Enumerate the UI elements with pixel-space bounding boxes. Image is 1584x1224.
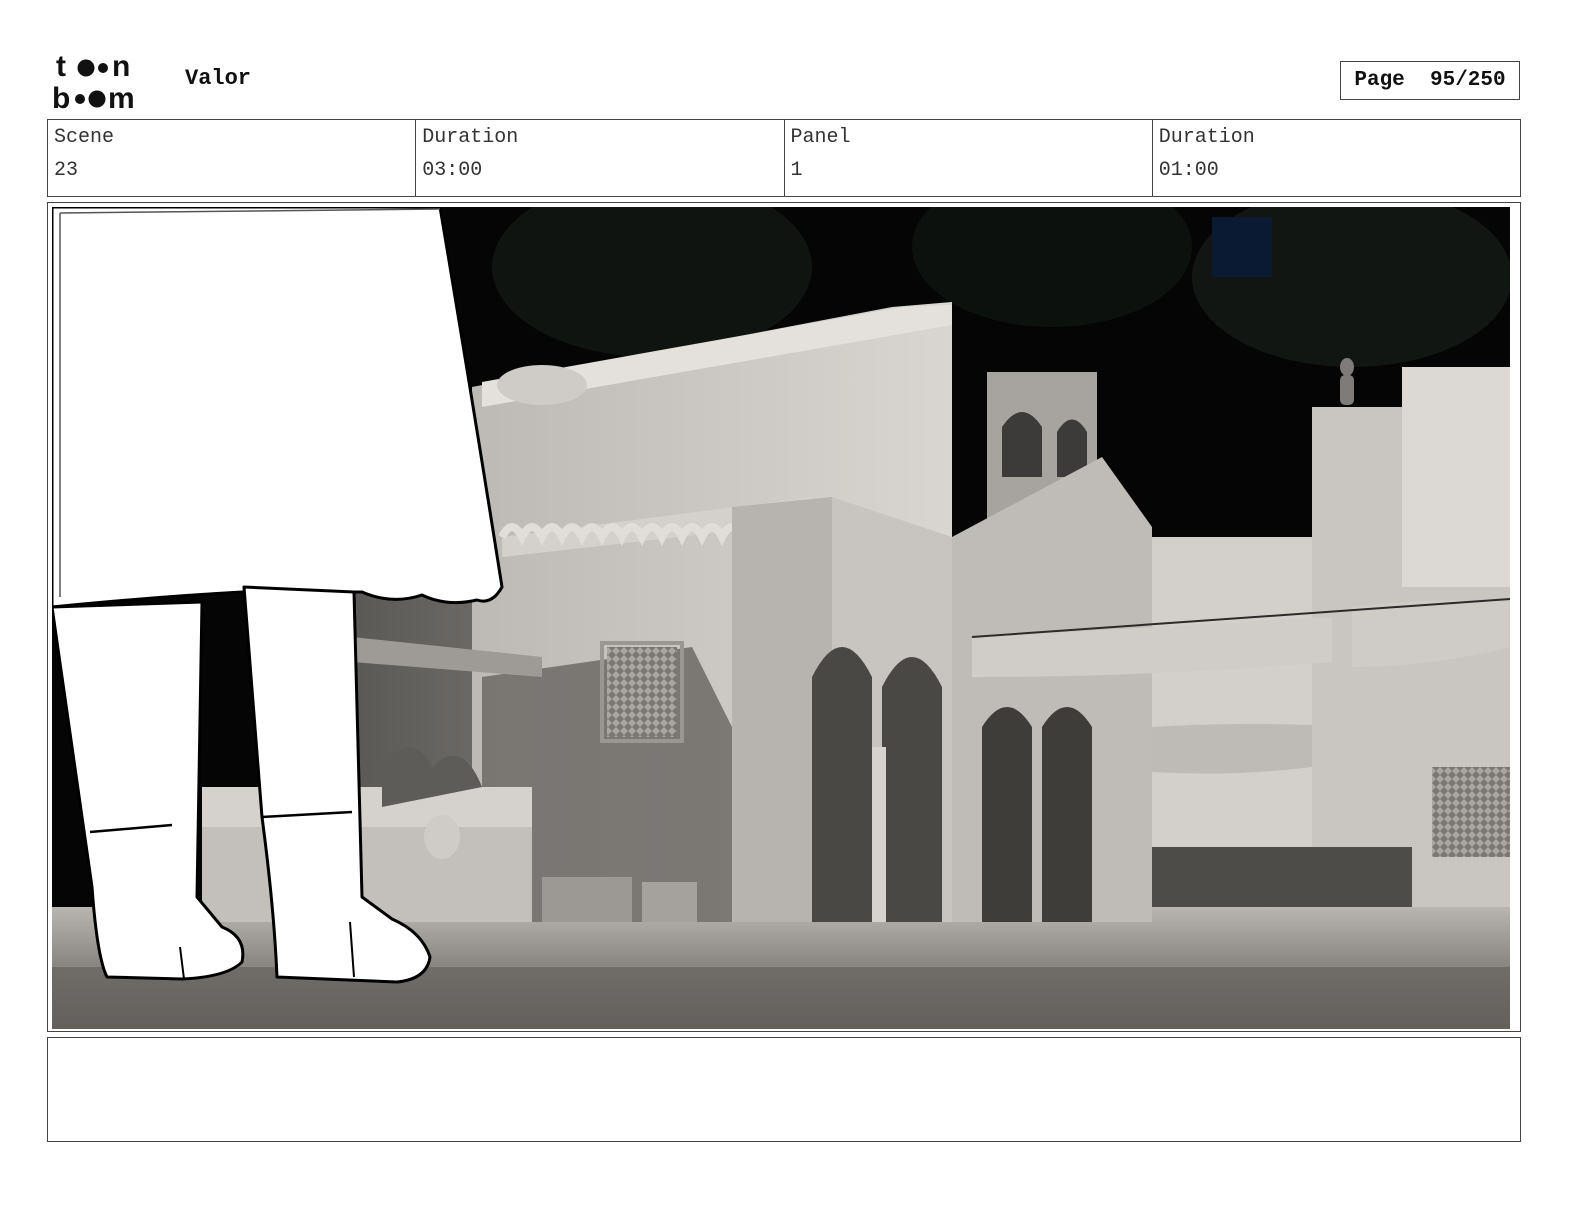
- panel-duration-label: Duration: [1158, 126, 1255, 149]
- svg-text:b: b: [52, 82, 70, 112]
- panel-duration-cell: Duration 01:00: [1153, 120, 1520, 196]
- panel-label: Panel: [790, 126, 851, 149]
- panel-cell: Panel 1: [785, 120, 1153, 196]
- page-indicator: Page 95/250: [1340, 61, 1520, 100]
- scene-value: 23: [54, 159, 79, 182]
- svg-text:m: m: [108, 82, 135, 112]
- svg-text:n: n: [112, 52, 130, 83]
- panel-info-table: Scene 23 Duration 03:00 Panel 1 Duration…: [47, 119, 1521, 197]
- storyboard-panel-image: [52, 207, 1510, 1029]
- scene-duration-value: 03:00: [422, 159, 483, 182]
- panel-value: 1: [790, 159, 803, 182]
- scene-label: Scene: [54, 126, 115, 149]
- panel-notes-box: [47, 1037, 1521, 1142]
- panel-duration-value: 01:00: [1158, 159, 1219, 182]
- svg-text:t: t: [56, 52, 66, 83]
- project-title: Valor: [185, 66, 252, 91]
- scene-duration-cell: Duration 03:00: [416, 120, 785, 196]
- page-value: 95/250: [1430, 69, 1506, 92]
- scene-cell: Scene 23: [48, 120, 417, 196]
- scene-duration-label: Duration: [422, 126, 519, 149]
- toonboom-logo: t n b m: [52, 52, 164, 112]
- page-label: Page: [1354, 69, 1405, 92]
- storyboard-panel-frame: [47, 202, 1521, 1032]
